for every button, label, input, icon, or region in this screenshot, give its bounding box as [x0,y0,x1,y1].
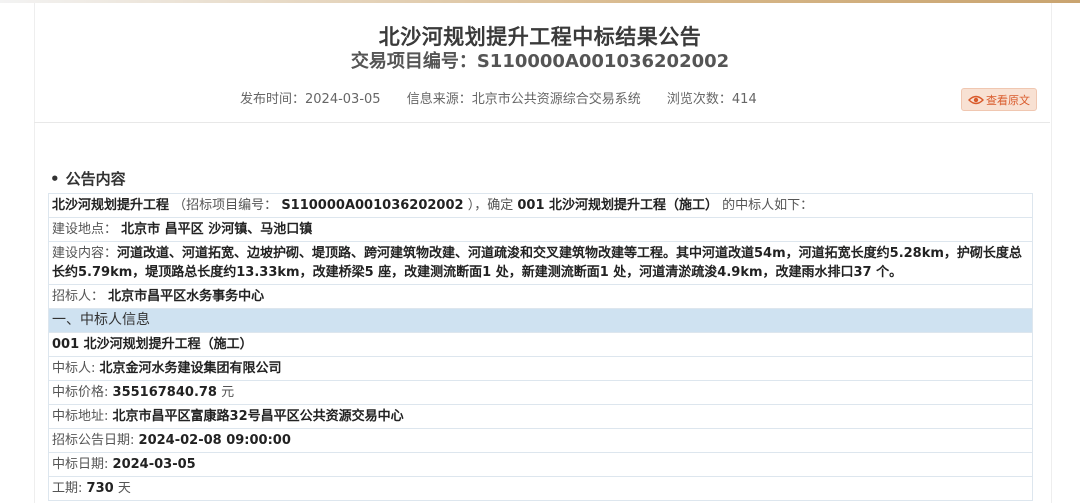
table-row: 招标人： 北京市昌平区水务事务中心 [48,284,1033,309]
address-value: 北京市昌平区富康路32号昌平区公共资源交易中心 [112,409,404,424]
duration-unit: 天 [117,481,131,496]
project-code-label: 交易项目编号： [350,51,477,72]
table-row: 中标日期: 2024-03-05 [48,452,1033,477]
eye-icon [968,90,984,113]
winner-section-heading: 一、中标人信息 [48,308,1033,333]
lot-title: 001 北沙河规划提升工程（施工） [52,337,253,352]
project-code-value: S110000A001036202002 [476,51,730,72]
info-source-label: 信息来源： [406,92,472,107]
table-row: 建设内容：河道改道、河道拓宽、边坡护砌、堤顶路、跨河建筑物改建、河道疏浚和交叉建… [48,241,1033,285]
publish-time-label: 发布时间： [240,92,306,107]
location-cell: 建设地点： 北京市 昌平区 沙河镇、马池口镇 [48,217,1033,242]
location-label: 建设地点： [52,222,118,237]
location-value: 北京市 昌平区 沙河镇、马池口镇 [121,222,313,237]
table-row: 中标人: 北京金河水务建设集团有限公司 [48,356,1033,381]
table-row: 招标公告日期: 2024-02-08 09:00:00 [48,428,1033,453]
price-label: 中标价格: [52,385,109,400]
duration-cell: 工期: 730 天 [48,476,1033,501]
scope-cell: 建设内容：河道改道、河道拓宽、边坡护砌、堤顶路、跨河建筑物改建、河道疏浚和交叉建… [48,241,1033,285]
table-row: 建设地点： 北京市 昌平区 沙河镇、马池口镇 [48,217,1033,242]
publish-time-value: 2024-03-05 [305,92,381,107]
scope-value: 河道改道、河道拓宽、边坡护砌、堤顶路、跨河建筑物改建、河道疏浚和交叉建筑物改建等… [52,246,1022,280]
page-title: 北沙河规划提升工程中标结果公告 [378,25,702,49]
award-date-value: 2024-03-05 [112,457,196,472]
tenderer-cell: 招标人： 北京市昌平区水务事务中心 [48,284,1033,309]
duration-label: 工期: [52,481,83,496]
tenderer-value: 北京市昌平区水务事务中心 [108,289,265,304]
intro-project: 北沙河规划提升工程 [52,198,170,213]
notice-date-cell: 招标公告日期: 2024-02-08 09:00:00 [48,428,1033,453]
duration-value: 730 [86,481,114,496]
intro-code-label: （招标项目编号： [173,198,278,213]
intro-code-value: S110000A001036202002 [281,198,464,213]
notice-date-label: 招标公告日期: [52,433,135,448]
notice-table: 北沙河规划提升工程 （招标项目编号： S110000A001036202002 … [48,193,1033,501]
intro-lot: 001 北沙河规划提升工程（施工） [517,198,719,213]
table-row: 一、中标人信息 [48,308,1033,333]
publish-meta: 发布时间：2024-03-05 信息来源：北京市公共资源综合交易系统 浏览次数：… [240,89,779,111]
view-count-value: 414 [731,92,757,107]
tenderer-label: 招标人： [52,289,105,304]
winner-label: 中标人: [52,361,96,376]
lot-cell: 001 北沙河规划提升工程（施工） [48,332,1033,357]
notice-date-value: 2024-02-08 09:00:00 [138,433,291,448]
scope-label: 建设内容： [52,246,118,261]
project-code-heading: 交易项目编号：S110000A001036202002 [0,49,1080,75]
intro-confirm: ），确定 [467,198,514,213]
price-unit: 元 [221,385,235,400]
publish-time: 发布时间：2024-03-05 [240,92,381,107]
section-bullet: • [50,170,60,188]
section-heading: • 公告内容 [50,168,126,190]
address-cell: 中标地址: 北京市昌平区富康路32号昌平区公共资源交易中心 [48,404,1033,429]
price-value: 355167840.78 [112,385,217,400]
view-count: 浏览次数：414 [667,92,757,107]
table-row: 北沙河规划提升工程 （招标项目编号： S110000A001036202002 … [48,193,1033,218]
award-date-label: 中标日期: [52,457,109,472]
winner-cell: 中标人: 北京金河水务建设集团有限公司 [48,356,1033,381]
view-count-label: 浏览次数： [666,92,732,107]
info-source-value: 北京市公共资源综合交易系统 [471,92,641,107]
price-cell: 中标价格: 355167840.78 元 [48,380,1033,405]
winner-value: 北京金河水务建设集团有限公司 [99,361,282,376]
table-row: 001 北沙河规划提升工程（施工） [48,332,1033,357]
intro-cell: 北沙河规划提升工程 （招标项目编号： S110000A001036202002 … [48,193,1033,218]
table-row: 中标地址: 北京市昌平区富康路32号昌平区公共资源交易中心 [48,404,1033,429]
intro-suffix: 的中标人如下： [722,198,814,213]
view-original-label: 查看原文 [986,94,1030,107]
info-source: 信息来源：北京市公共资源综合交易系统 [407,92,641,107]
table-row: 工期: 730 天 [48,476,1033,501]
section-title: 公告内容 [65,170,126,188]
header-divider [34,122,1050,123]
table-row: 中标价格: 355167840.78 元 [48,380,1033,405]
view-original-button[interactable]: 查看原文 [961,88,1037,111]
address-label: 中标地址: [52,409,109,424]
award-date-cell: 中标日期: 2024-03-05 [48,452,1033,477]
